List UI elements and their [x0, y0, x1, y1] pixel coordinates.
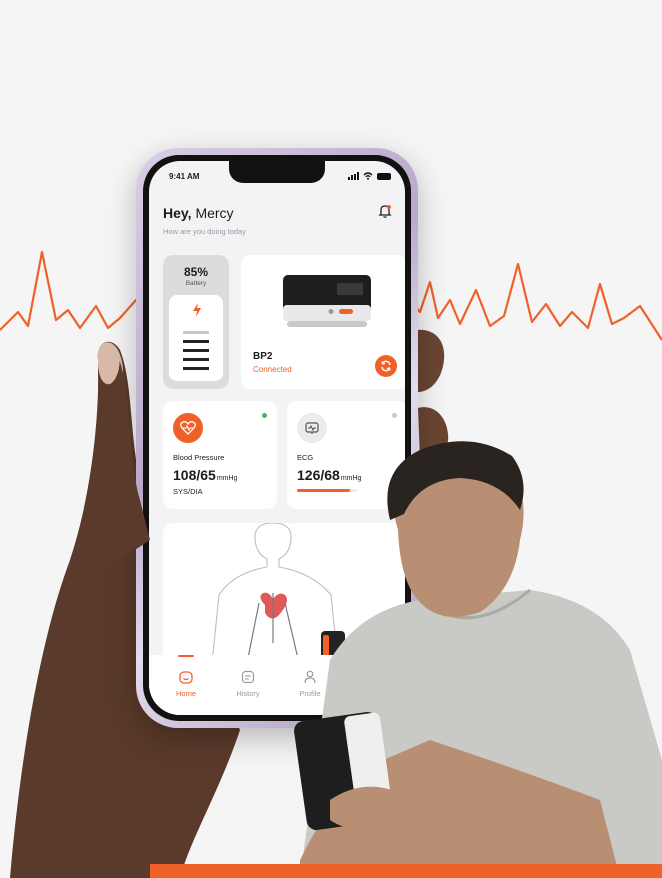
accent-band [150, 864, 662, 878]
promo-image: 9:41 AM Hey, Mercy How are you doing tod… [0, 0, 662, 878]
man-with-bp-cuff-photo [294, 441, 662, 878]
